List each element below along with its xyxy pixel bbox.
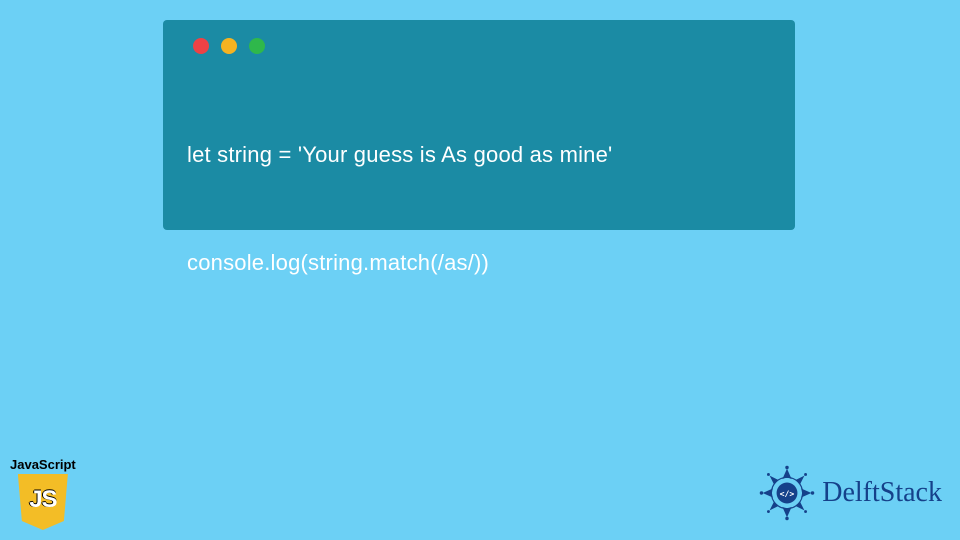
code-line-2: console.log(string.match(/as/)) [187, 249, 771, 278]
close-dot-icon [193, 38, 209, 54]
code-window: let string = 'Your guess is As good as m… [163, 20, 795, 230]
javascript-badge: JavaScript JS [10, 457, 76, 530]
svg-text:</>: </> [780, 488, 795, 498]
window-traffic-lights [193, 38, 771, 54]
javascript-label: JavaScript [10, 457, 76, 472]
js-shield-icon: JS [18, 474, 68, 530]
code-line-1: let string = 'Your guess is As good as m… [187, 141, 771, 170]
maximize-dot-icon [249, 38, 265, 54]
minimize-dot-icon [221, 38, 237, 54]
js-shield-glyph: JS [29, 486, 56, 514]
delftstack-mandala-icon: </> [758, 464, 816, 522]
brand-name: DelftStack [822, 477, 942, 509]
brand-logo: </> [758, 464, 942, 522]
code-body: let string = 'Your guess is As good as m… [187, 84, 771, 357]
